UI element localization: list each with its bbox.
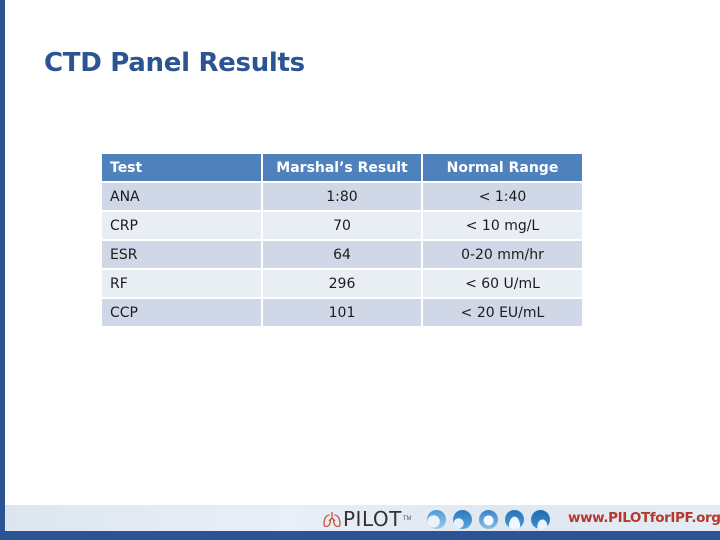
cell-result: 101: [263, 299, 421, 326]
slide-left-border: [0, 0, 5, 540]
sky-icon: [453, 510, 472, 529]
table-row: ESR 64 0-20 mm/hr: [102, 241, 582, 268]
slide-title: CTD Panel Results: [44, 48, 305, 78]
pilot-logo: PILOT TM: [322, 507, 412, 531]
cell-test: ESR: [102, 241, 261, 268]
header-normal-range: Normal Range: [423, 154, 582, 181]
sky-icon: [531, 510, 550, 529]
header-result: Marshal’s Result: [263, 154, 421, 181]
cell-normal-range: < 1:40: [423, 183, 582, 210]
results-table: Test Marshal’s Result Normal Range ANA 1…: [100, 152, 584, 328]
trademark-mark: TM: [402, 516, 412, 522]
sky-icon: [427, 510, 446, 529]
table-row: CRP 70 < 10 mg/L: [102, 212, 582, 239]
cell-normal-range: < 10 mg/L: [423, 212, 582, 239]
header-test: Test: [102, 154, 261, 181]
cell-test: CCP: [102, 299, 261, 326]
pilot-logo-text: PILOT: [343, 507, 402, 531]
cell-result: 70: [263, 212, 421, 239]
table-row: ANA 1:80 < 1:40: [102, 183, 582, 210]
sky-icons: [427, 510, 550, 529]
cell-normal-range: 0-20 mm/hr: [423, 241, 582, 268]
cell-test: ANA: [102, 183, 261, 210]
footer-bar: [0, 531, 720, 540]
website-link[interactable]: www.PILOTforIPF.org: [568, 510, 720, 526]
table-row: CCP 101 < 20 EU/mL: [102, 299, 582, 326]
cell-result: 1:80: [263, 183, 421, 210]
cell-result: 296: [263, 270, 421, 297]
cell-result: 64: [263, 241, 421, 268]
table-row: RF 296 < 60 U/mL: [102, 270, 582, 297]
cell-test: CRP: [102, 212, 261, 239]
cell-test: RF: [102, 270, 261, 297]
cell-normal-range: < 20 EU/mL: [423, 299, 582, 326]
sky-icon: [505, 510, 524, 529]
table-header-row: Test Marshal’s Result Normal Range: [102, 154, 582, 181]
lungs-icon: [323, 512, 341, 528]
sky-icon: [479, 510, 498, 529]
cell-normal-range: < 60 U/mL: [423, 270, 582, 297]
